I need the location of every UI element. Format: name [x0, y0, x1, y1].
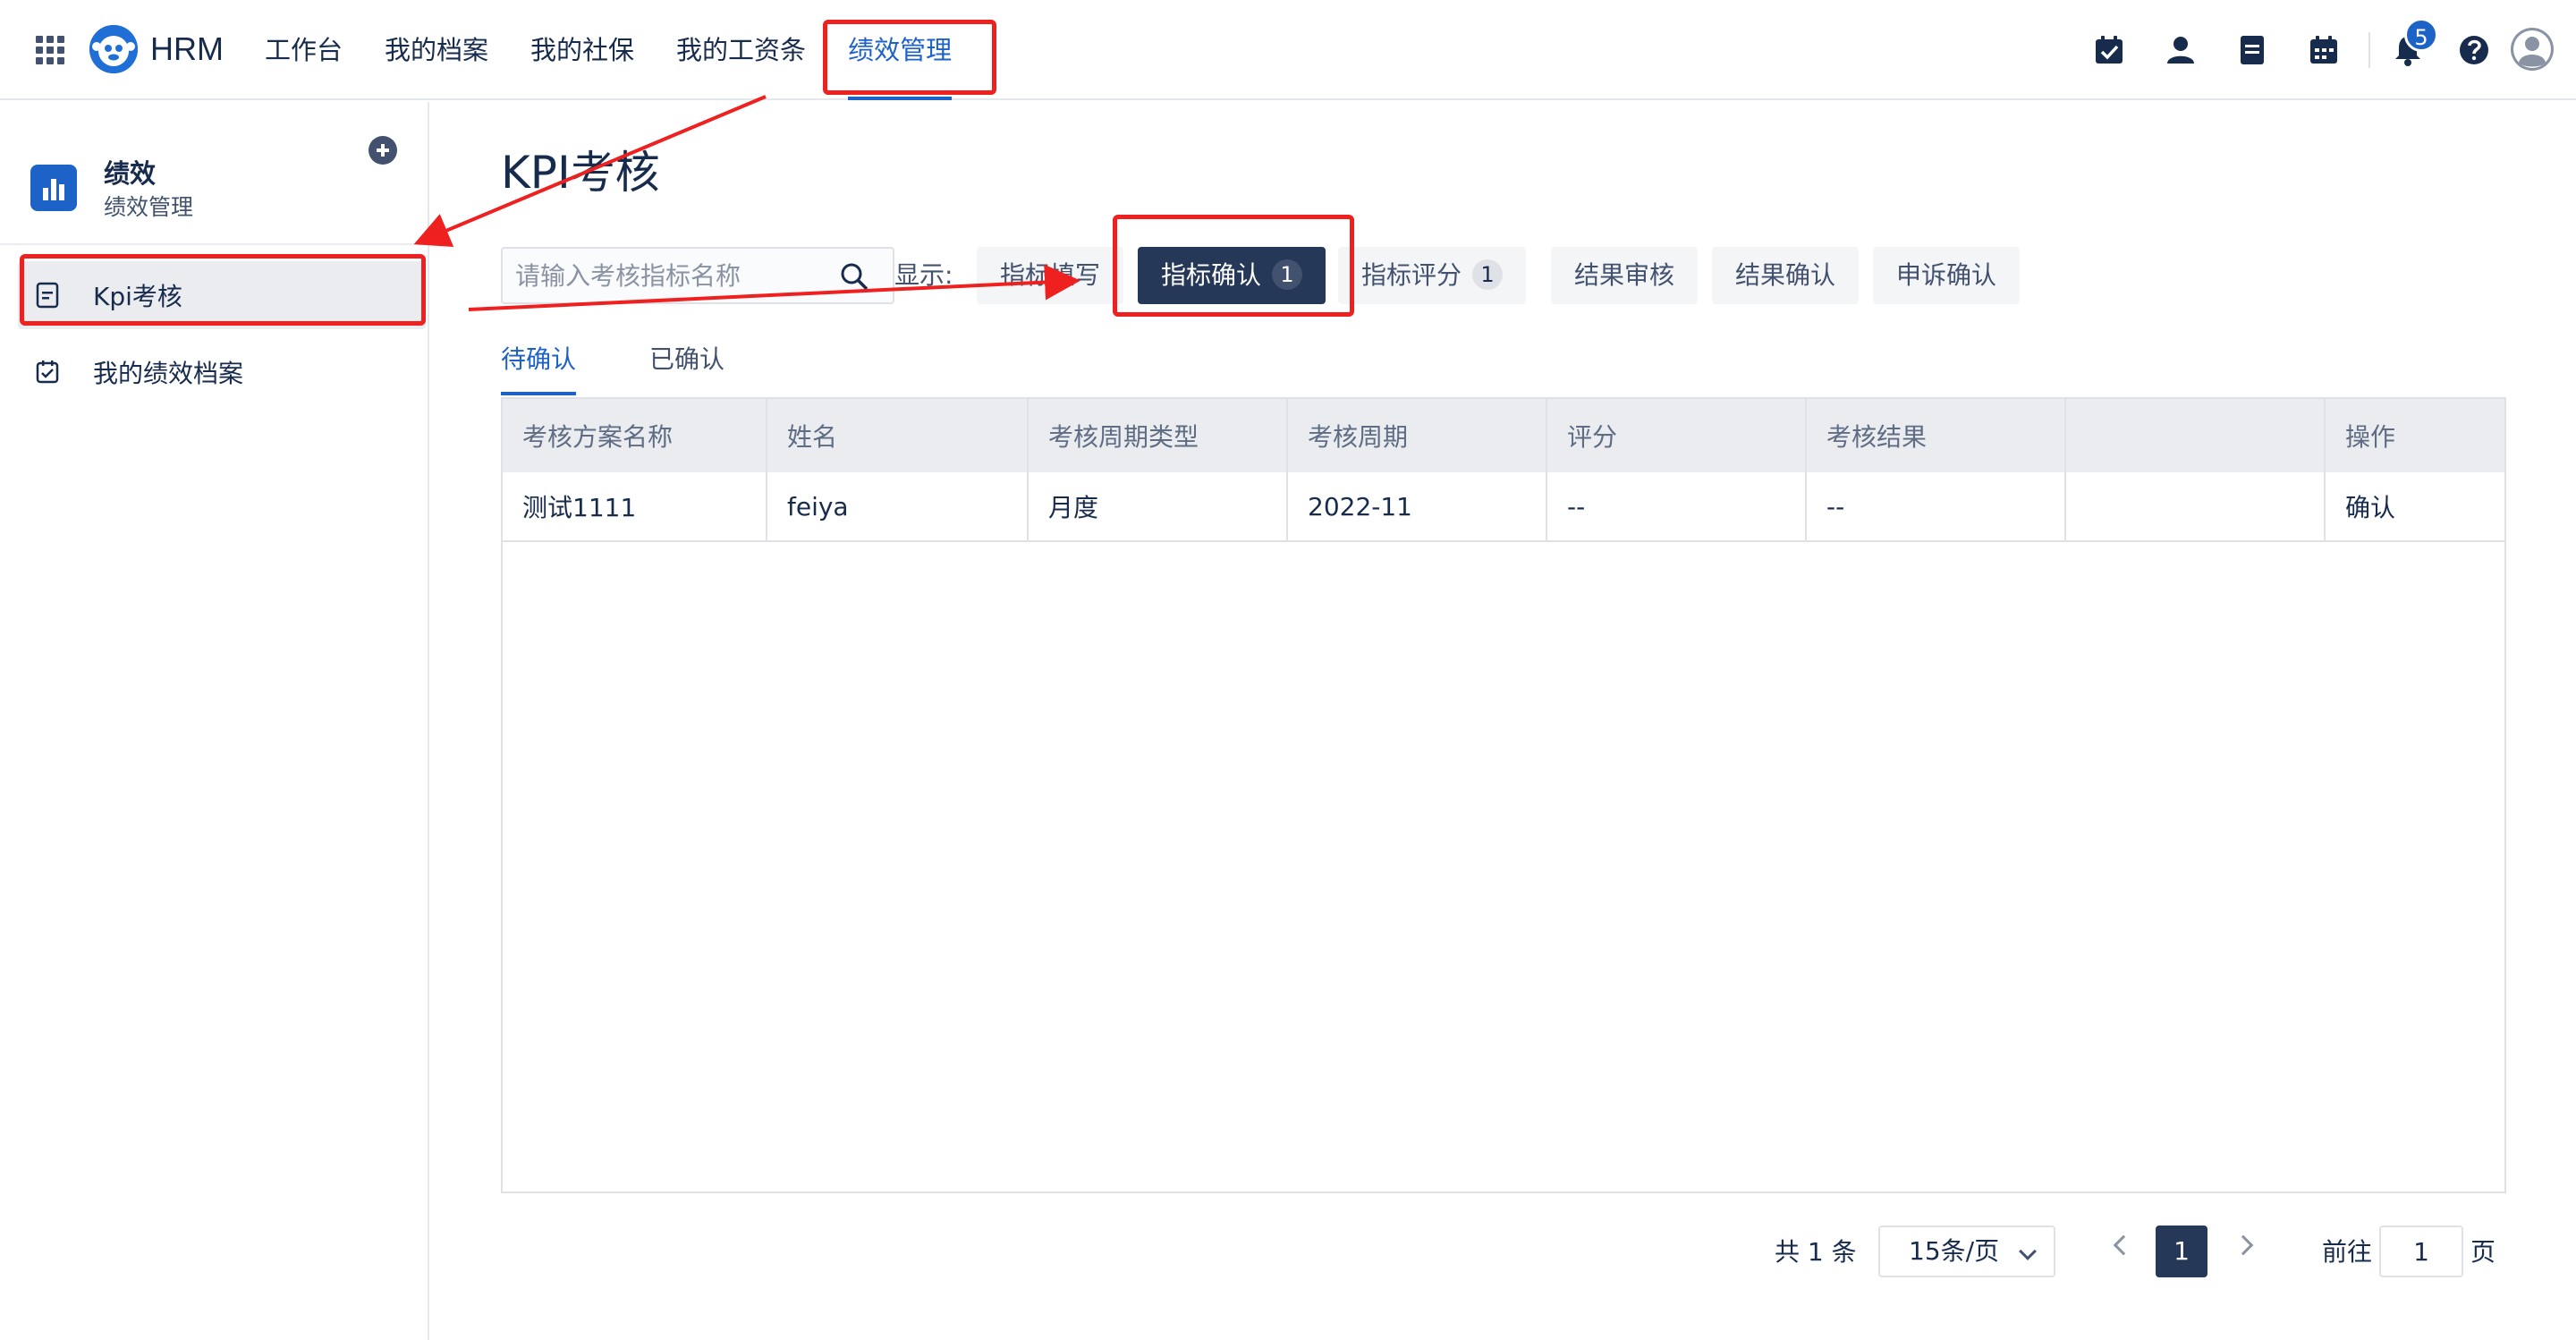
column-header: 考核周期: [1288, 399, 1547, 472]
brand-name: HRM: [150, 30, 224, 67]
tab-pending[interactable]: 待确认: [501, 331, 577, 395]
confirm-link[interactable]: 确认: [2345, 488, 2395, 524]
sidebar-subtitle: 绩效管理: [104, 194, 194, 220]
filter-count-badge: 1: [1472, 259, 1504, 290]
page-number-button[interactable]: 1: [2156, 1226, 2207, 1277]
page-suffix-label: 页: [2470, 1237, 2496, 1267]
document-icon[interactable]: [2234, 32, 2270, 68]
column-header: [2066, 399, 2326, 472]
filter-label: 申诉确认: [1896, 260, 1997, 290]
help-icon[interactable]: [2456, 32, 2492, 68]
filter-show-label: 显示:: [894, 260, 953, 290]
page-size-select[interactable]: 15条/页: [1878, 1226, 2055, 1277]
column-header: 评分: [1547, 399, 1807, 472]
filter-result-review[interactable]: 结果审核: [1551, 247, 1699, 304]
sidebar: 绩效 绩效管理 Kpi考核 我的绩效档案: [0, 102, 429, 1340]
filter-result-confirm[interactable]: 结果确认: [1712, 247, 1860, 304]
sidebar-item-label: Kpi考核: [93, 282, 182, 311]
table-cell: [2066, 472, 2326, 540]
sidebar-item-my-performance-archive[interactable]: 我的绩效档案: [18, 338, 426, 406]
column-header: 操作: [2345, 422, 2396, 452]
table-row: 测试1111 feiya 月度 2022-11 -- -- 确认: [503, 472, 2504, 542]
nav-my-profile[interactable]: 我的档案: [385, 0, 488, 100]
table-cell: --: [1807, 472, 2066, 540]
goto-page-input[interactable]: [2379, 1226, 2463, 1277]
table-cell: --: [1547, 472, 1807, 540]
pagination-total: 共 1 条: [1775, 1237, 1857, 1267]
calendar-check-icon[interactable]: [2091, 32, 2127, 68]
sidebar-separator: [0, 243, 428, 245]
column-header: 考核结果: [1807, 399, 2066, 472]
column-header: 考核周期类型: [1029, 399, 1288, 472]
table-cell-action: 确认: [2326, 472, 2504, 540]
column-header: 考核方案名称: [503, 399, 767, 472]
user-icon[interactable]: [2163, 32, 2199, 68]
nav-my-payslip[interactable]: 我的工资条: [676, 0, 806, 100]
calendar-icon[interactable]: [2306, 32, 2342, 68]
filter-label: 结果审核: [1574, 260, 1675, 290]
filter-label: 指标评分: [1361, 260, 1462, 290]
app-switcher-icon[interactable]: [36, 36, 64, 64]
nav-my-social-security[interactable]: 我的社保: [530, 0, 634, 100]
filter-indicator-fill[interactable]: 指标填写: [977, 247, 1124, 304]
table-cell: feiya: [767, 472, 1029, 540]
kpi-table: 考核方案名称 姓名 考核周期类型 考核周期 评分 考核结果 操作 测试1111 …: [501, 397, 2506, 1193]
main-nav: 工作台 我的档案 我的社保 我的工资条 绩效管理: [265, 0, 994, 100]
tab-confirmed[interactable]: 已确认: [649, 331, 724, 395]
filter-label: 指标填写: [1000, 260, 1101, 290]
search-input[interactable]: [515, 256, 837, 295]
search-box: [501, 247, 894, 304]
hrm-logo: [89, 25, 138, 73]
avatar-icon[interactable]: [2510, 27, 2555, 72]
filter-indicator-confirm[interactable]: 指标确认 1: [1138, 247, 1326, 304]
nav-performance-management[interactable]: 绩效管理: [848, 0, 953, 100]
chevron-right-icon[interactable]: [2233, 1234, 2254, 1256]
page-title: KPI考核: [501, 147, 660, 199]
chevron-down-icon: [2019, 1242, 2037, 1260]
table-cell: 2022-11: [1288, 472, 1547, 540]
toolbar-divider: [2368, 32, 2370, 68]
chart-icon: [30, 165, 77, 211]
notification-badge: 5: [2404, 18, 2438, 52]
calendar-check-icon: [34, 359, 61, 386]
column-header: 姓名: [767, 399, 1029, 472]
table-header: 考核方案名称 姓名 考核周期类型 考核周期 评分 考核结果 操作: [503, 399, 2504, 472]
sidebar-collapse-button[interactable]: [369, 136, 397, 165]
nav-workbench[interactable]: 工作台: [265, 0, 343, 100]
filter-count-badge: 1: [1272, 259, 1303, 290]
sidebar-item-label: 我的绩效档案: [93, 359, 244, 388]
sidebar-title: 绩效: [104, 158, 157, 189]
filter-label: 结果确认: [1735, 260, 1836, 290]
table-cell: 测试1111: [503, 472, 767, 540]
page-size-value: 15条/页: [1909, 1236, 2000, 1266]
search-icon[interactable]: [839, 261, 869, 292]
document-icon: [34, 282, 61, 309]
goto-label: 前往: [2322, 1237, 2373, 1267]
filter-appeal-confirm[interactable]: 申诉确认: [1873, 247, 2021, 304]
table-cell: 月度: [1029, 472, 1288, 540]
sidebar-item-kpi[interactable]: Kpi考核: [18, 261, 426, 329]
filter-label: 指标确认: [1161, 260, 1262, 290]
chevron-left-icon[interactable]: [2113, 1234, 2134, 1256]
filter-indicator-score[interactable]: 指标评分 1: [1338, 247, 1527, 304]
top-bar: HRM 工作台 我的档案 我的社保 我的工资条 绩效管理 5: [0, 0, 2576, 100]
